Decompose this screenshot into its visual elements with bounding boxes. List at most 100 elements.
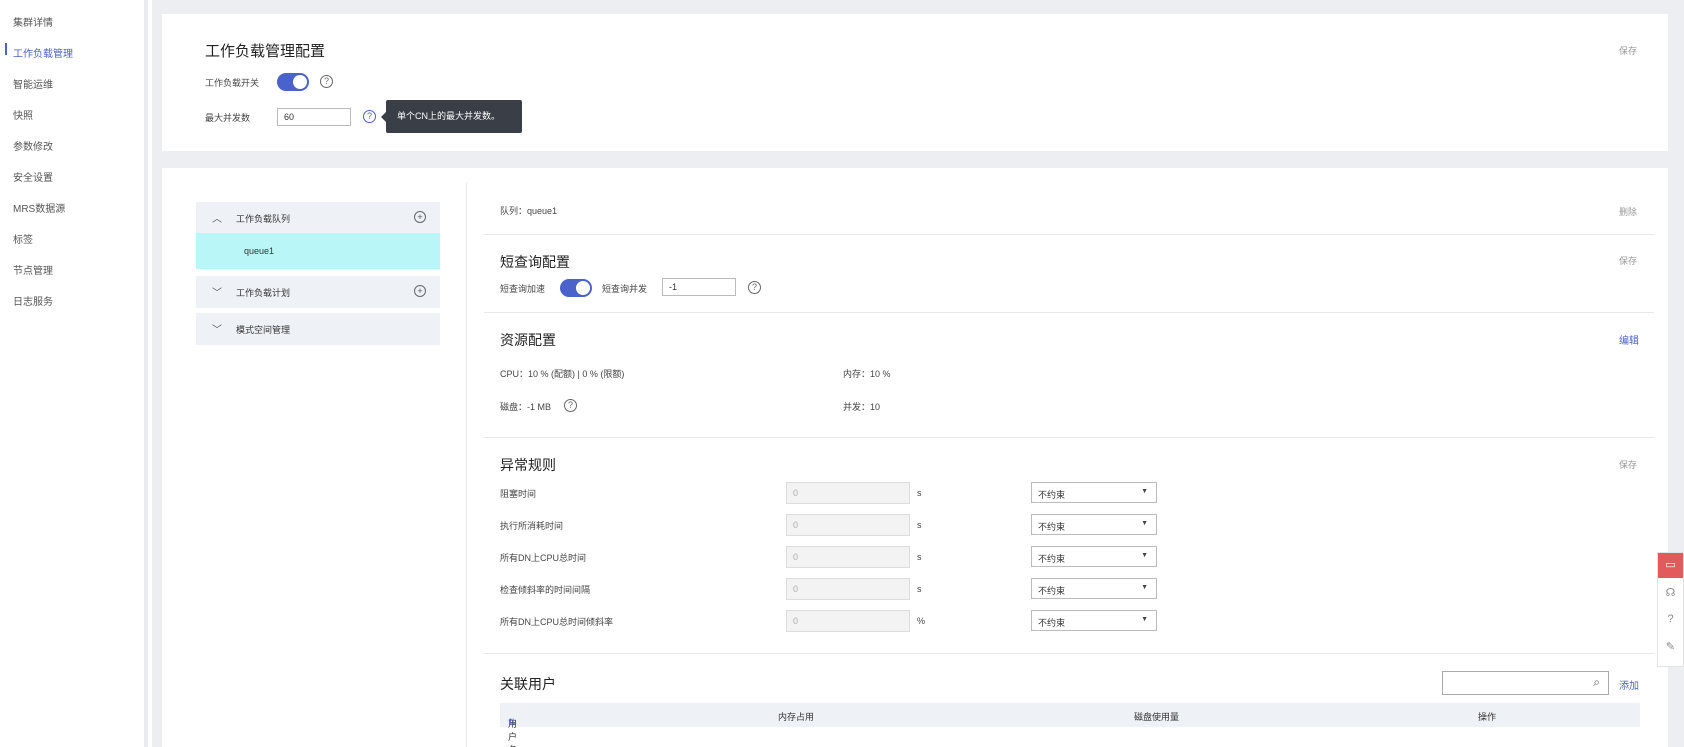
memory-value: 内存：10 % [843, 369, 891, 379]
divider [484, 653, 1654, 654]
search-icon[interactable]: ⌕ [1593, 675, 1600, 690]
users-title: 关联用户 [500, 676, 556, 692]
select-value: 不约束 [1038, 490, 1066, 500]
help-icon[interactable]: ? [564, 399, 577, 412]
short-query-accel-label: 短查询加速 [500, 284, 546, 294]
sidebar-item-mrs[interactable]: MRS数据源 [13, 200, 65, 215]
col-actions: 操作 [1478, 712, 1497, 722]
resource-title: 资源配置 [500, 332, 556, 348]
caret-down-icon: ▼ [1141, 584, 1148, 591]
notes-icon[interactable]: ✎ [1658, 640, 1683, 653]
exception-save-button[interactable]: 保存 [1619, 458, 1637, 471]
accordion-label: 模式空间管理 [236, 325, 291, 335]
rule-action-select[interactable]: 不约束 ▼ [1031, 610, 1157, 631]
top-save-button[interactable]: 保存 [1619, 44, 1637, 57]
help-icon[interactable]: ? [748, 281, 761, 294]
rule-label: 执行所消耗时间 [500, 521, 564, 531]
add-plan-icon[interactable]: + [414, 285, 426, 297]
short-query-save-button[interactable]: 保存 [1619, 254, 1637, 267]
user-search: ⌕ [1442, 671, 1609, 695]
active-indicator [5, 43, 7, 55]
accordion-workload-queue[interactable]: ︿ 工作负载队列 + [196, 202, 440, 234]
sort-icon[interactable]: ⇅ [508, 717, 516, 728]
accordion-workload-plan[interactable]: ﹀ 工作负载计划 + [196, 276, 440, 308]
rule-unit: s [917, 584, 922, 594]
floating-toolbar: ▭ ☊ ? ✎ [1657, 552, 1684, 667]
help-icon[interactable]: ? [320, 75, 333, 88]
support-icon[interactable]: ☊ [1658, 586, 1683, 599]
caret-down-icon: ▼ [1141, 616, 1148, 623]
select-value: 不约束 [1038, 522, 1066, 532]
rule-action-select[interactable]: 不约束 ▼ [1031, 546, 1157, 567]
sidebar-item-workload[interactable]: 工作负载管理 [13, 45, 73, 60]
col-disk: 磁盘使用量 [1134, 712, 1180, 722]
page-title: 工作负载管理配置 [205, 43, 326, 60]
workload-switch[interactable] [277, 73, 309, 91]
select-value: 不约束 [1038, 554, 1066, 564]
divider [484, 312, 1654, 313]
sidebar-item-security[interactable]: 安全设置 [13, 169, 53, 184]
rule-action-select[interactable]: 不约束 ▼ [1031, 514, 1157, 535]
help-icon[interactable]: ? [363, 110, 376, 123]
select-value: 不约束 [1038, 586, 1066, 596]
queue-item-label: queue1 [244, 246, 275, 256]
short-query-accel-switch[interactable] [560, 279, 592, 297]
disk-value: 磁盘：-1 MB [500, 402, 552, 412]
sidebar: 集群详情 工作负载管理 智能运维 快照 参数修改 安全设置 MRS数据源 标签 … [0, 0, 148, 747]
vertical-divider [466, 183, 467, 747]
select-value: 不约束 [1038, 618, 1066, 628]
caret-down-icon: ▼ [1141, 520, 1148, 527]
accordion-schema-space[interactable]: ﹀ 模式空间管理 [196, 313, 440, 345]
user-search-input[interactable] [1443, 672, 1583, 694]
divider [484, 234, 1654, 235]
chevron-down-icon: ﹀ [212, 288, 222, 299]
rule-label: 所有DN上CPU总时间 [500, 553, 587, 563]
resource-edit-button[interactable]: 编辑 [1619, 332, 1639, 347]
short-query-concurrency-label: 短查询并发 [602, 284, 648, 294]
max-concurrency-label: 最大并发数 [205, 113, 251, 123]
caret-down-icon: ▼ [1141, 488, 1148, 495]
sidebar-item-tags[interactable]: 标签 [13, 231, 33, 246]
rule-value-input [786, 610, 910, 632]
rule-label: 所有DN上CPU总时间倾斜率 [500, 617, 614, 627]
switch-knob [576, 281, 590, 295]
queue-label: 队列： [500, 206, 528, 216]
rule-value-input [786, 578, 910, 600]
rule-unit: s [917, 488, 922, 498]
short-query-title: 短查询配置 [500, 254, 570, 270]
sidebar-item-logs[interactable]: 日志服务 [13, 293, 53, 308]
add-queue-icon[interactable]: + [414, 211, 426, 223]
max-concurrency-input[interactable] [277, 108, 351, 126]
rule-unit: s [917, 520, 922, 530]
accordion-label: 工作负载队列 [236, 214, 291, 224]
sidebar-item-params[interactable]: 参数修改 [13, 138, 53, 153]
col-memory: 内存占用 [778, 712, 815, 722]
chevron-up-icon: ︿ [212, 214, 222, 225]
users-table-header: 用户名 ⇅ 内存占用 磁盘使用量 操作 [500, 703, 1640, 747]
sidebar-item-snapshot[interactable]: 快照 [13, 107, 33, 122]
rule-unit: % [917, 616, 926, 626]
switch-knob [293, 75, 307, 89]
queue-list-item[interactable]: queue1 [196, 233, 440, 269]
divider [484, 437, 1654, 438]
sidebar-item-nodes[interactable]: 节点管理 [13, 262, 53, 277]
rule-action-select[interactable]: 不约束 ▼ [1031, 482, 1157, 503]
help-icon[interactable]: ? [1658, 613, 1683, 625]
tooltip: 单个CN上的最大并发数。 [381, 100, 522, 133]
concurrency-value: 并发：10 [843, 402, 881, 412]
feedback-icon[interactable]: ▭ [1658, 553, 1683, 578]
sidebar-item-cluster-detail[interactable]: 集群详情 [13, 14, 53, 29]
chevron-down-icon: ﹀ [212, 325, 222, 336]
add-user-button[interactable]: 添加 [1619, 677, 1639, 692]
rule-unit: s [917, 552, 922, 562]
queue-name: 队列：queue1 [500, 204, 557, 217]
switch-label: 工作负载开关 [205, 78, 260, 88]
rule-action-select[interactable]: 不约束 ▼ [1031, 578, 1157, 599]
rule-label: 阻塞时间 [500, 489, 537, 499]
sidebar-item-ops[interactable]: 智能运维 [13, 76, 53, 91]
short-query-concurrency-input[interactable] [662, 278, 736, 296]
delete-queue-button[interactable]: 删除 [1619, 205, 1637, 218]
rule-value-input [786, 482, 910, 504]
queue-value: queue1 [527, 206, 558, 216]
rule-value-input [786, 514, 910, 536]
